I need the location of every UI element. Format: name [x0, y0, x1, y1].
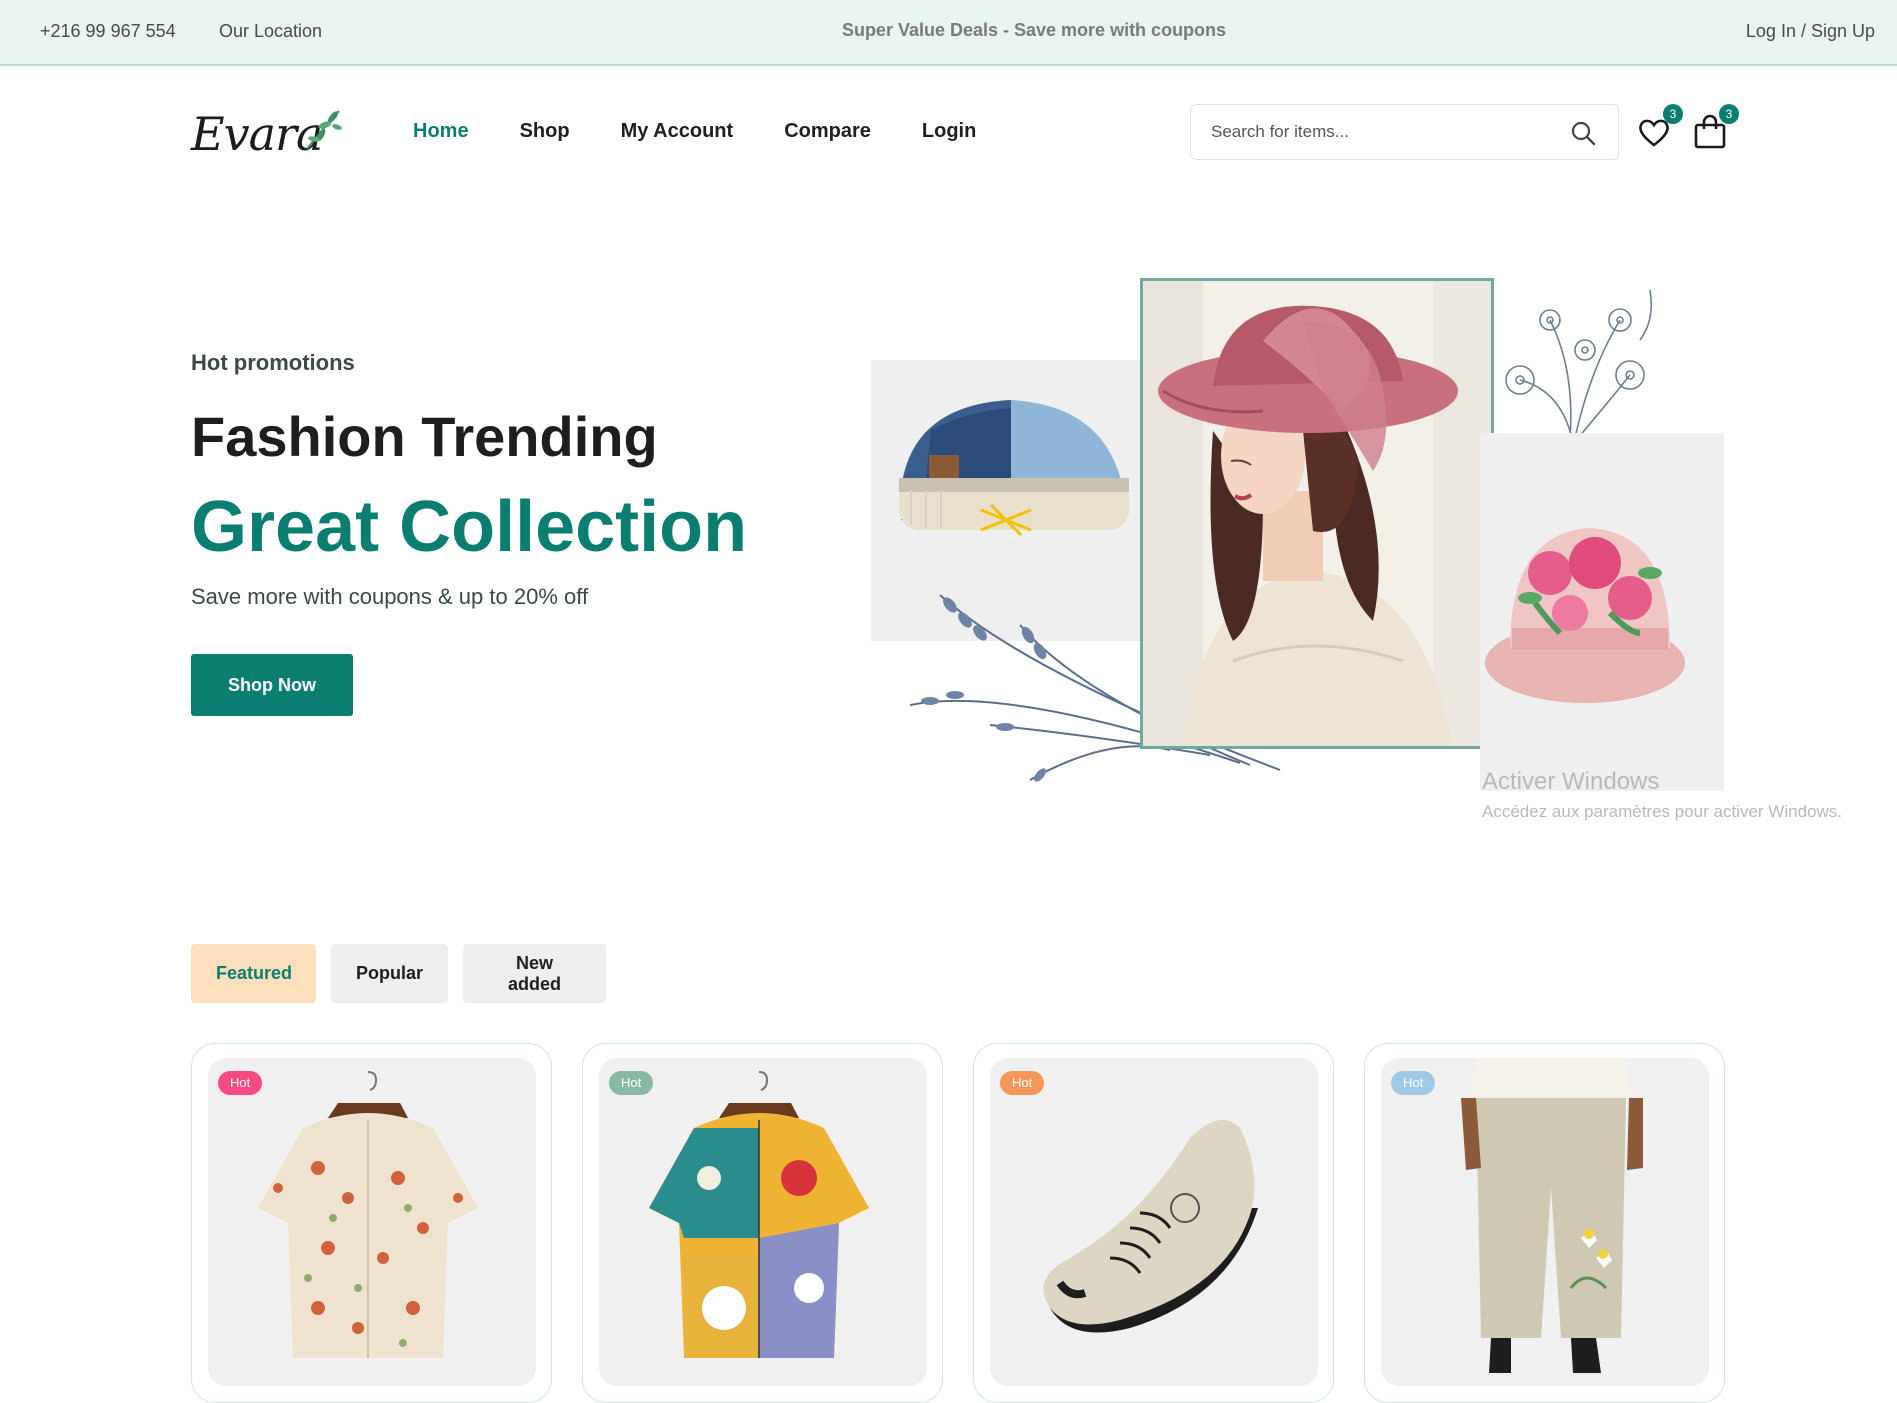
cart-count-badge: 3: [1719, 104, 1739, 124]
deal-banner-text: Super Value Deals - Save more with coupo…: [841, 20, 1227, 40]
tab-featured[interactable]: Featured: [191, 944, 316, 1003]
nav-my-account[interactable]: My Account: [621, 120, 734, 143]
pink-floral-hat-image: [1480, 433, 1724, 791]
nav-compare[interactable]: Compare: [784, 120, 871, 143]
hot-badge: Hot: [1391, 1071, 1436, 1095]
product-card[interactable]: Hot: [973, 1043, 1334, 1403]
hot-badge: Hot: [218, 1071, 263, 1095]
search-icon[interactable]: [1570, 120, 1596, 151]
nav-shop[interactable]: Shop: [520, 120, 570, 143]
top-bar: +216 99 967 554 Our Location Super Value…: [0, 0, 1897, 66]
product-card[interactable]: Hot: [1364, 1043, 1725, 1403]
tab-new-added[interactable]: New added: [463, 944, 606, 1003]
search-input[interactable]: [1191, 105, 1551, 159]
evara-logo[interactable]: Evara: [191, 105, 346, 161]
product-tabs: Featured Popular New added: [191, 944, 606, 1003]
shop-now-button[interactable]: Shop Now: [191, 654, 353, 716]
hot-badge: Hot: [609, 1071, 654, 1095]
beige-sneaker-image[interactable]: [990, 1058, 1318, 1386]
nav-home[interactable]: Home: [413, 120, 469, 143]
main-header: Evara Home Shop My Account Compare Login: [0, 68, 1897, 198]
mushroom-print-shirt-image[interactable]: [208, 1058, 536, 1386]
windows-activation-title: Activer Windows: [1482, 768, 1660, 795]
search-box: [1190, 104, 1619, 160]
cart-button[interactable]: 3: [1693, 104, 1739, 152]
wishlist-button[interactable]: 3: [1637, 104, 1683, 152]
product-card[interactable]: Hot: [191, 1043, 552, 1403]
tab-popular[interactable]: Popular: [331, 944, 448, 1003]
nav-login[interactable]: Login: [922, 120, 976, 143]
login-signup-link[interactable]: Log In / Sign Up: [1746, 21, 1875, 42]
flower-sketch-image: [1490, 280, 1670, 440]
leaf-icon: [306, 110, 342, 150]
colorful-floral-shirt-image[interactable]: [599, 1058, 927, 1386]
product-card[interactable]: Hot: [582, 1043, 943, 1403]
hero-subtitle: Hot promotions: [191, 350, 355, 375]
hero-title: Fashion Trending: [191, 405, 658, 468]
windows-activation-subtitle: Accédez aux paramètres pour activer Wind…: [1482, 802, 1842, 821]
linen-pants-image[interactable]: [1381, 1058, 1709, 1386]
hot-badge: Hot: [1000, 1071, 1045, 1095]
hero-description: Save more with coupons & up to 20% off: [191, 584, 589, 609]
woman-in-pink-hat-image: [1140, 278, 1494, 749]
wishlist-count-badge: 3: [1663, 104, 1683, 124]
main-nav: Home Shop My Account Compare Login: [413, 120, 976, 143]
hero-highlight-title: Great Collection: [191, 487, 748, 567]
